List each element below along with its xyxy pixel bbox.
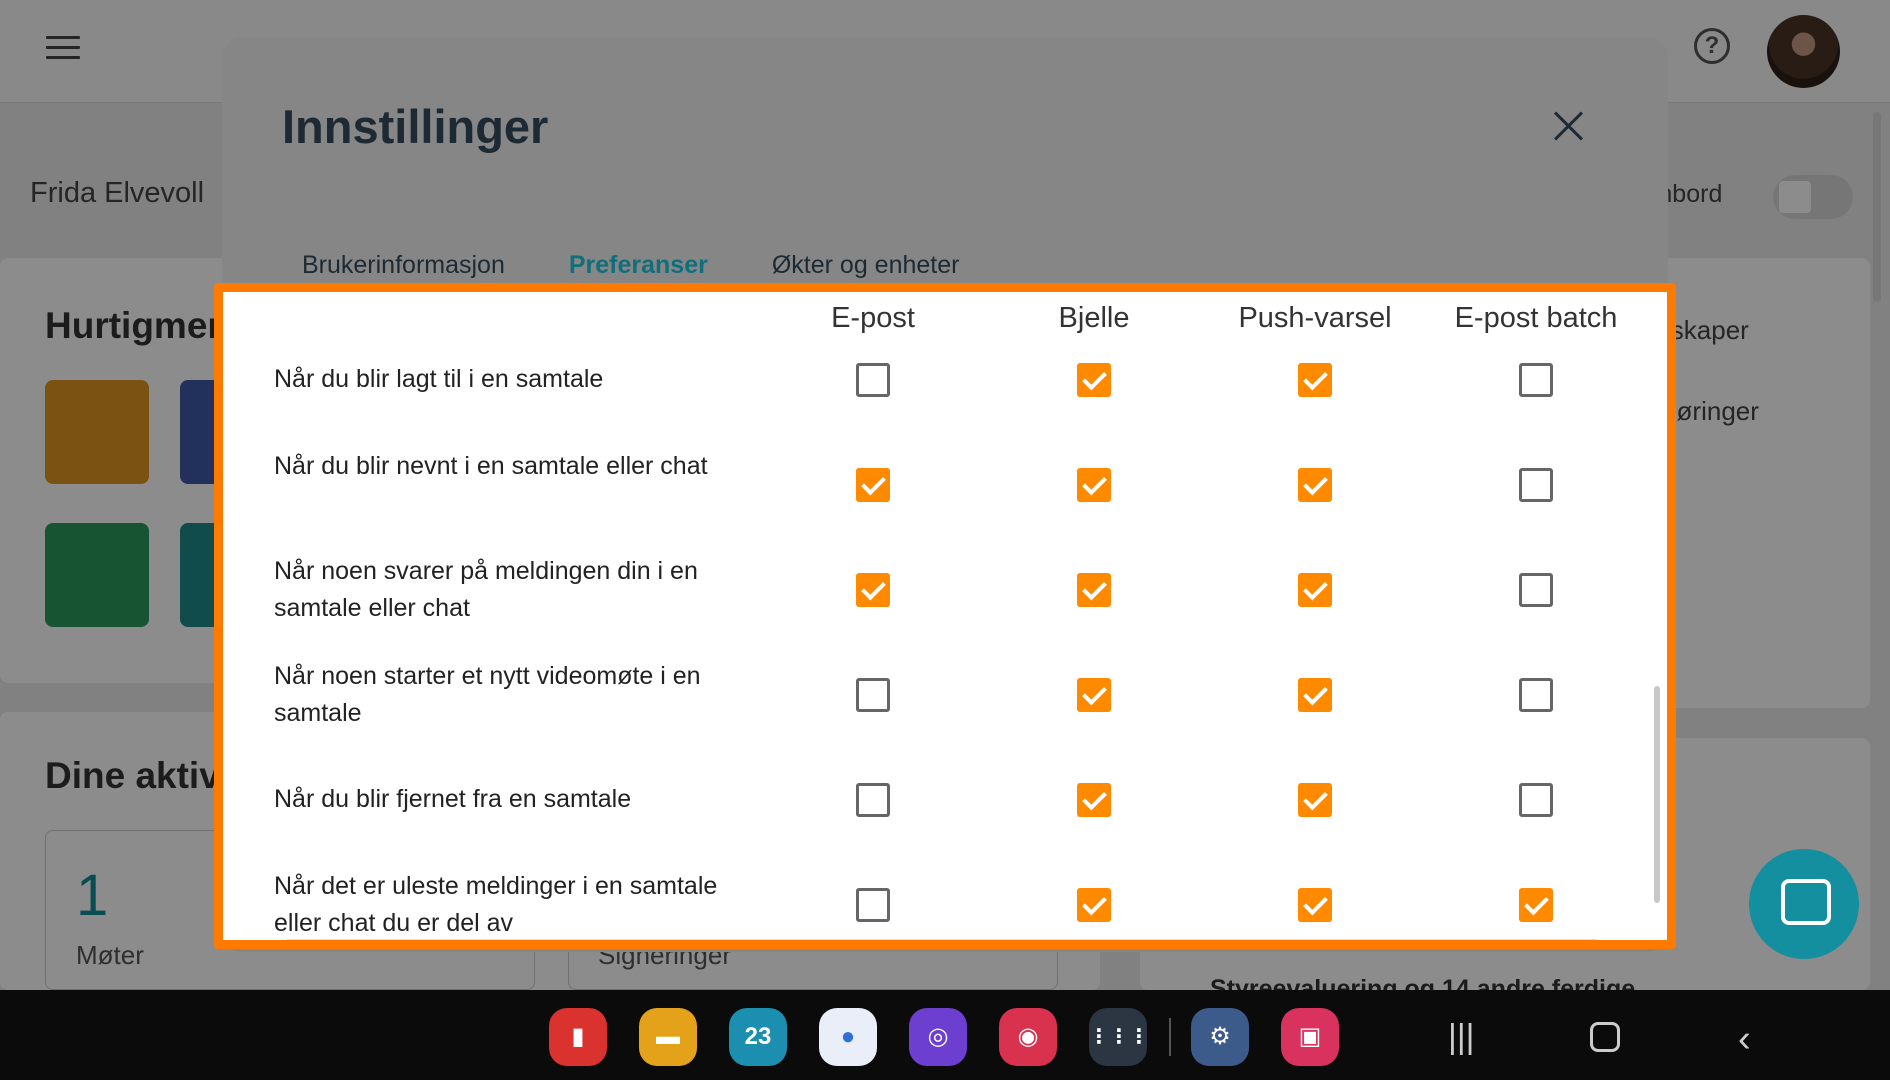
checkbox-email[interactable]: [856, 573, 890, 607]
checkbox-push[interactable]: [1298, 363, 1332, 397]
recent-apps-icon[interactable]: |||: [1448, 1018, 1475, 1057]
checkbox-push[interactable]: [1298, 573, 1332, 607]
column-header-email-batch: E-post batch: [1454, 302, 1618, 334]
calendar-app-icon[interactable]: 23: [729, 1008, 787, 1066]
checkbox-push[interactable]: [1298, 783, 1332, 817]
checkbox-bell[interactable]: [1077, 573, 1111, 607]
page-scrollbar[interactable]: [1873, 112, 1881, 302]
settings-app-icon[interactable]: ⚙: [1191, 1008, 1249, 1066]
notification-row-label: Når du blir nevnt i en samtale eller cha…: [274, 452, 708, 480]
notification-row-label: Når det er uleste meldinger i en samtale…: [274, 872, 718, 937]
store-app-icon[interactable]: ▣: [1281, 1008, 1339, 1066]
checkbox-bell[interactable]: [1077, 888, 1111, 922]
checkbox-email-batch[interactable]: [1519, 363, 1553, 397]
checkbox-email-batch[interactable]: [1519, 888, 1553, 922]
close-icon[interactable]: [1549, 107, 1589, 147]
notification-row-label: Når du blir lagt til i en samtale: [274, 365, 604, 393]
home-icon[interactable]: [1590, 1022, 1620, 1052]
panel-divider: [287, 939, 1597, 940]
checkbox-email-batch[interactable]: [1519, 783, 1553, 817]
taskbar-separator: [1169, 1018, 1171, 1056]
checkbox-bell[interactable]: [1077, 363, 1111, 397]
checkbox-push[interactable]: [1298, 888, 1332, 922]
checkbox-bell[interactable]: [1077, 468, 1111, 502]
column-header-bell: Bjelle: [1058, 302, 1130, 334]
checkbox-push[interactable]: [1298, 678, 1332, 712]
chat-icon: [1781, 879, 1831, 925]
checkbox-email[interactable]: [856, 888, 890, 922]
notes-app-icon[interactable]: ▮: [549, 1008, 607, 1066]
modal-title: Innstillinger: [282, 100, 549, 153]
checkbox-email[interactable]: [856, 468, 890, 502]
checkbox-email-batch[interactable]: [1519, 678, 1553, 712]
notification-preferences-panel: E-post Bjelle Push-varsel E-post batch N…: [214, 283, 1676, 949]
checkbox-email[interactable]: [856, 678, 890, 712]
panel-scrollbar[interactable]: [1654, 686, 1660, 903]
checkbox-bell[interactable]: [1077, 783, 1111, 817]
files-app-icon[interactable]: ▬: [639, 1008, 697, 1066]
camera-app-icon[interactable]: ◉: [999, 1008, 1057, 1066]
checkbox-push[interactable]: [1298, 468, 1332, 502]
messages-app-icon[interactable]: ●: [819, 1008, 877, 1066]
checkbox-email-batch[interactable]: [1519, 573, 1553, 607]
column-header-push: Push-varsel: [1238, 302, 1392, 334]
browser-app-icon[interactable]: ◎: [909, 1008, 967, 1066]
checkbox-email[interactable]: [856, 783, 890, 817]
notification-row-label: Når noen svarer på meldingen din i en sa…: [274, 557, 698, 622]
checkbox-email-batch[interactable]: [1519, 468, 1553, 502]
column-header-email: E-post: [831, 302, 915, 334]
apps-grid-icon[interactable]: ⋮⋮⋮: [1089, 1008, 1149, 1066]
notification-row-label: Når du blir fjernet fra en samtale: [274, 785, 632, 813]
notification-row-label: Når noen starter et nytt videomøte i en …: [274, 662, 701, 727]
back-icon[interactable]: ‹: [1738, 1018, 1751, 1061]
checkbox-bell[interactable]: [1077, 678, 1111, 712]
checkbox-email[interactable]: [856, 363, 890, 397]
